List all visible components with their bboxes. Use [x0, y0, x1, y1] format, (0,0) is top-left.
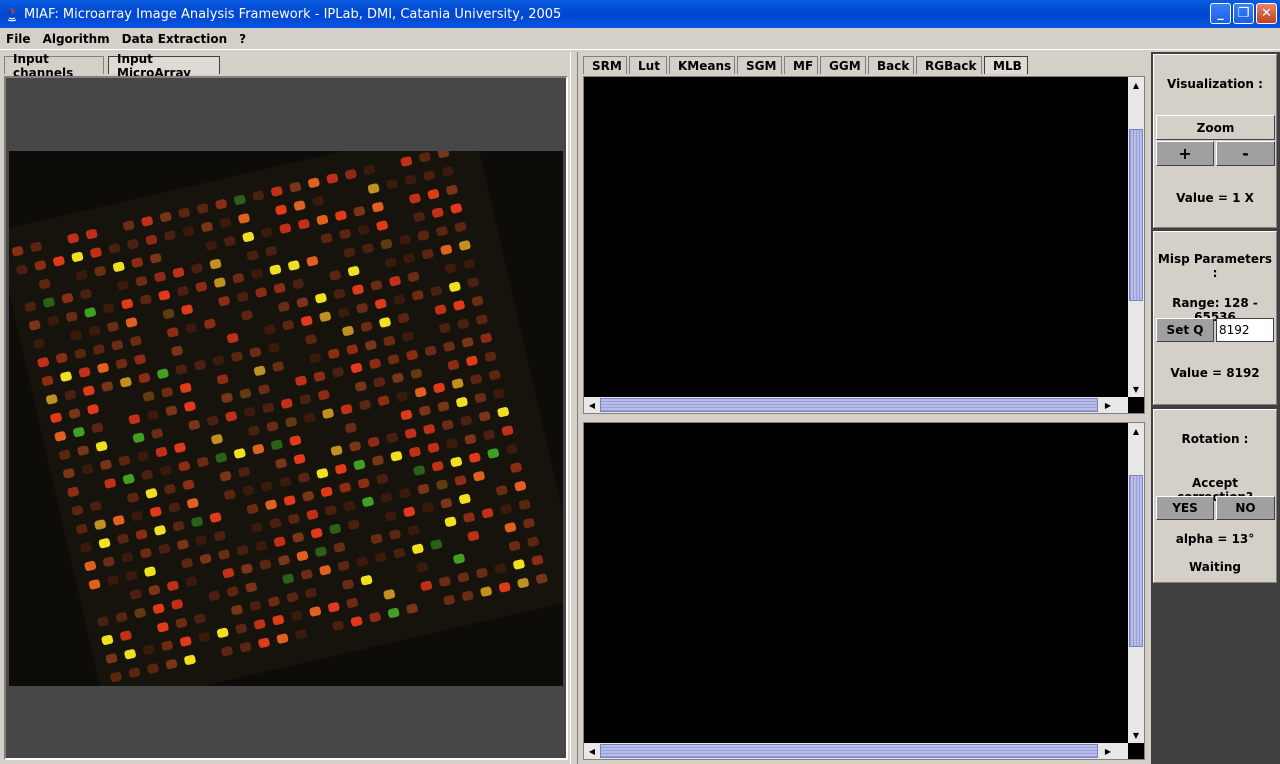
scroll-thumb[interactable]: [600, 398, 1098, 412]
rotation-box: Rotation : Accept correction? YES NO alp…: [1153, 409, 1277, 583]
input-image-panel: [4, 76, 568, 760]
zoom-out-button[interactable]: -: [1216, 141, 1275, 166]
scroll-thumb[interactable]: [1129, 475, 1143, 647]
scroll-left-arrow-icon[interactable]: ◀: [584, 397, 600, 413]
menu-data-extraction[interactable]: Data Extraction: [116, 32, 234, 46]
tab-back[interactable]: Back: [868, 56, 914, 74]
scroll-right-arrow-icon[interactable]: ▶: [1100, 743, 1116, 759]
menu-help[interactable]: ?: [233, 32, 252, 46]
vertical-scrollbar-bottom[interactable]: ▲ ▼: [1128, 423, 1144, 743]
tab-srm[interactable]: SRM: [583, 56, 627, 74]
visualization-title: Visualization :: [1167, 77, 1263, 91]
control-column: Visualization : Zoom + - Value = 1 X Mis…: [1151, 52, 1280, 764]
minimize-icon: _: [1217, 6, 1224, 21]
zoom-value: Value = 1 X: [1176, 191, 1254, 205]
microarray-spots: [9, 151, 563, 686]
output-panel-bottom: ▲ ▼ ◀ ▶: [583, 422, 1145, 760]
scroll-down-arrow-icon[interactable]: ▼: [1128, 727, 1144, 743]
visualization-box: Visualization : Zoom + - Value = 1 X: [1153, 54, 1277, 228]
zoom-in-button[interactable]: +: [1156, 141, 1214, 166]
menu-bar: File Algorithm Data Extraction ?: [0, 28, 1280, 50]
tab-ggm[interactable]: GGM: [820, 56, 866, 74]
rotation-status: Waiting: [1188, 560, 1241, 574]
zoom-button[interactable]: Zoom: [1156, 115, 1275, 140]
misp-title: Misp Parameters :: [1157, 252, 1273, 280]
microarray-image[interactable]: [9, 151, 563, 686]
tab-mf[interactable]: MF: [784, 56, 818, 74]
restore-button[interactable]: ❐: [1233, 3, 1254, 24]
no-button[interactable]: NO: [1216, 496, 1275, 520]
horizontal-scrollbar-top[interactable]: ◀ ▶: [584, 397, 1128, 413]
rotation-title: Rotation :: [1181, 432, 1249, 446]
tab-lut[interactable]: Lut: [629, 56, 667, 74]
java-app-icon[interactable]: [4, 6, 20, 22]
tab-mlb[interactable]: MLB: [984, 56, 1028, 74]
set-q-button[interactable]: Set Q: [1156, 318, 1214, 342]
horizontal-scrollbar-bottom[interactable]: ◀ ▶: [584, 743, 1128, 759]
rotation-alpha: alpha = 13°: [1175, 532, 1255, 546]
title-bar: MIAF: Microarray Image Analysis Framewor…: [0, 0, 1280, 28]
misp-value: Value = 8192: [1170, 366, 1260, 380]
menu-file[interactable]: File: [0, 32, 37, 46]
yes-button[interactable]: YES: [1156, 496, 1214, 520]
tab-sgm[interactable]: SGM: [737, 56, 782, 74]
tab-input-microarray[interactable]: Input MicroArray: [108, 52, 220, 80]
close-icon: ✕: [1261, 6, 1272, 21]
split-divider[interactable]: [570, 52, 578, 764]
scroll-left-arrow-icon[interactable]: ◀: [584, 743, 600, 759]
vertical-scrollbar-top[interactable]: ▲ ▼: [1128, 77, 1144, 397]
scroll-right-arrow-icon[interactable]: ▶: [1100, 397, 1116, 413]
q-value-field[interactable]: 8192: [1216, 318, 1274, 342]
output-panel-top: ▲ ▼ ◀ ▶: [583, 76, 1145, 414]
window-title: MIAF: Microarray Image Analysis Framewor…: [24, 6, 562, 22]
menu-algorithm[interactable]: Algorithm: [37, 32, 116, 46]
close-button[interactable]: ✕: [1256, 3, 1277, 24]
misp-parameters-box: Misp Parameters : Range: 128 - 65536 Set…: [1153, 231, 1277, 405]
scroll-down-arrow-icon[interactable]: ▼: [1128, 381, 1144, 397]
restore-icon: ❐: [1237, 6, 1250, 21]
minimize-button[interactable]: _: [1210, 3, 1231, 24]
scroll-thumb[interactable]: [600, 744, 1098, 758]
tab-rgback[interactable]: RGBack: [916, 56, 982, 74]
scroll-thumb[interactable]: [1129, 129, 1143, 301]
scroll-up-arrow-icon[interactable]: ▲: [1128, 77, 1144, 93]
tab-input-channels[interactable]: Input channels: [4, 52, 104, 80]
scroll-up-arrow-icon[interactable]: ▲: [1128, 423, 1144, 439]
tab-kmeans[interactable]: KMeans: [669, 56, 735, 74]
